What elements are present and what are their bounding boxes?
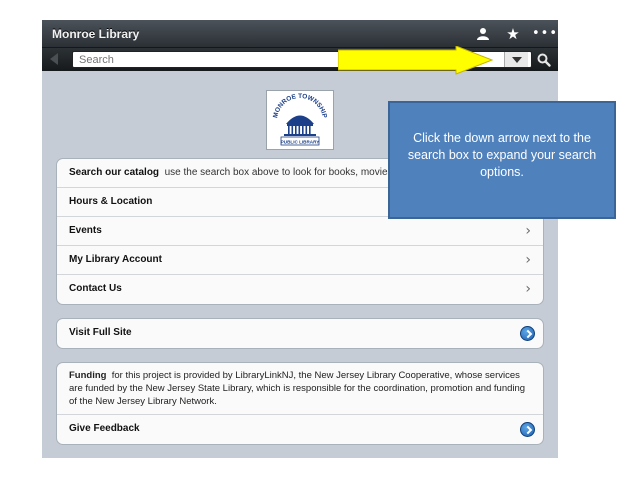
title-bar: Monroe Library ★ •••	[42, 20, 558, 48]
funding-notice: Funding for this project is provided by …	[57, 363, 543, 415]
chevron-right-icon: ›	[525, 223, 531, 239]
callout-text: Click the down arrow next to the search …	[407, 131, 597, 179]
search-catalog-description: use the search box above to look for boo…	[164, 167, 407, 178]
search-options-dropdown-button[interactable]	[504, 52, 528, 67]
svg-text:MONROE TOWNSHIP: MONROE TOWNSHIP	[272, 93, 328, 119]
back-icon[interactable]	[50, 53, 58, 65]
menu-item-label: Events	[69, 225, 102, 236]
chevron-right-icon: ›	[525, 252, 531, 268]
app-screen: Monroe Library ★ ••• MON	[42, 20, 558, 458]
callout-arrow	[338, 46, 494, 75]
menu-item-contact-us[interactable]: Contact Us ›	[57, 275, 543, 304]
star-icon[interactable]: ★	[503, 24, 523, 44]
menu-item-events[interactable]: Events ›	[57, 217, 543, 246]
menu-item-my-library-account[interactable]: My Library Account ›	[57, 246, 543, 275]
app-title: Monroe Library	[52, 27, 140, 41]
library-logo: MONROE TOWNSHIP PUBLIC LIBRARY	[266, 90, 334, 150]
chevron-right-icon: ›	[525, 281, 531, 297]
go-arrow-icon	[520, 326, 535, 341]
search-icon[interactable]	[536, 52, 552, 68]
chevron-down-icon	[512, 57, 522, 63]
menu-item-label: Contact Us	[69, 283, 122, 294]
person-icon[interactable]	[473, 24, 493, 44]
give-feedback-row[interactable]: Give Feedback	[57, 415, 543, 444]
svg-text:PUBLIC LIBRARY: PUBLIC LIBRARY	[281, 140, 320, 145]
funding-text: for this project is provided by LibraryL…	[69, 370, 526, 407]
full-site-card: Visit Full Site	[56, 318, 544, 349]
search-catalog-title: Search our catalog	[69, 167, 160, 178]
visit-full-site-row[interactable]: Visit Full Site	[57, 319, 543, 348]
funding-card: Funding for this project is provided by …	[56, 362, 544, 445]
go-arrow-icon	[520, 422, 535, 437]
more-icon[interactable]: •••	[532, 24, 557, 44]
visit-full-site-label: Visit Full Site	[69, 327, 132, 338]
funding-title: Funding	[69, 370, 107, 381]
menu-item-label: Hours & Location	[69, 196, 153, 207]
give-feedback-label: Give Feedback	[69, 423, 140, 434]
menu-item-label: My Library Account	[69, 254, 162, 265]
instruction-callout: Click the down arrow next to the search …	[388, 101, 616, 219]
